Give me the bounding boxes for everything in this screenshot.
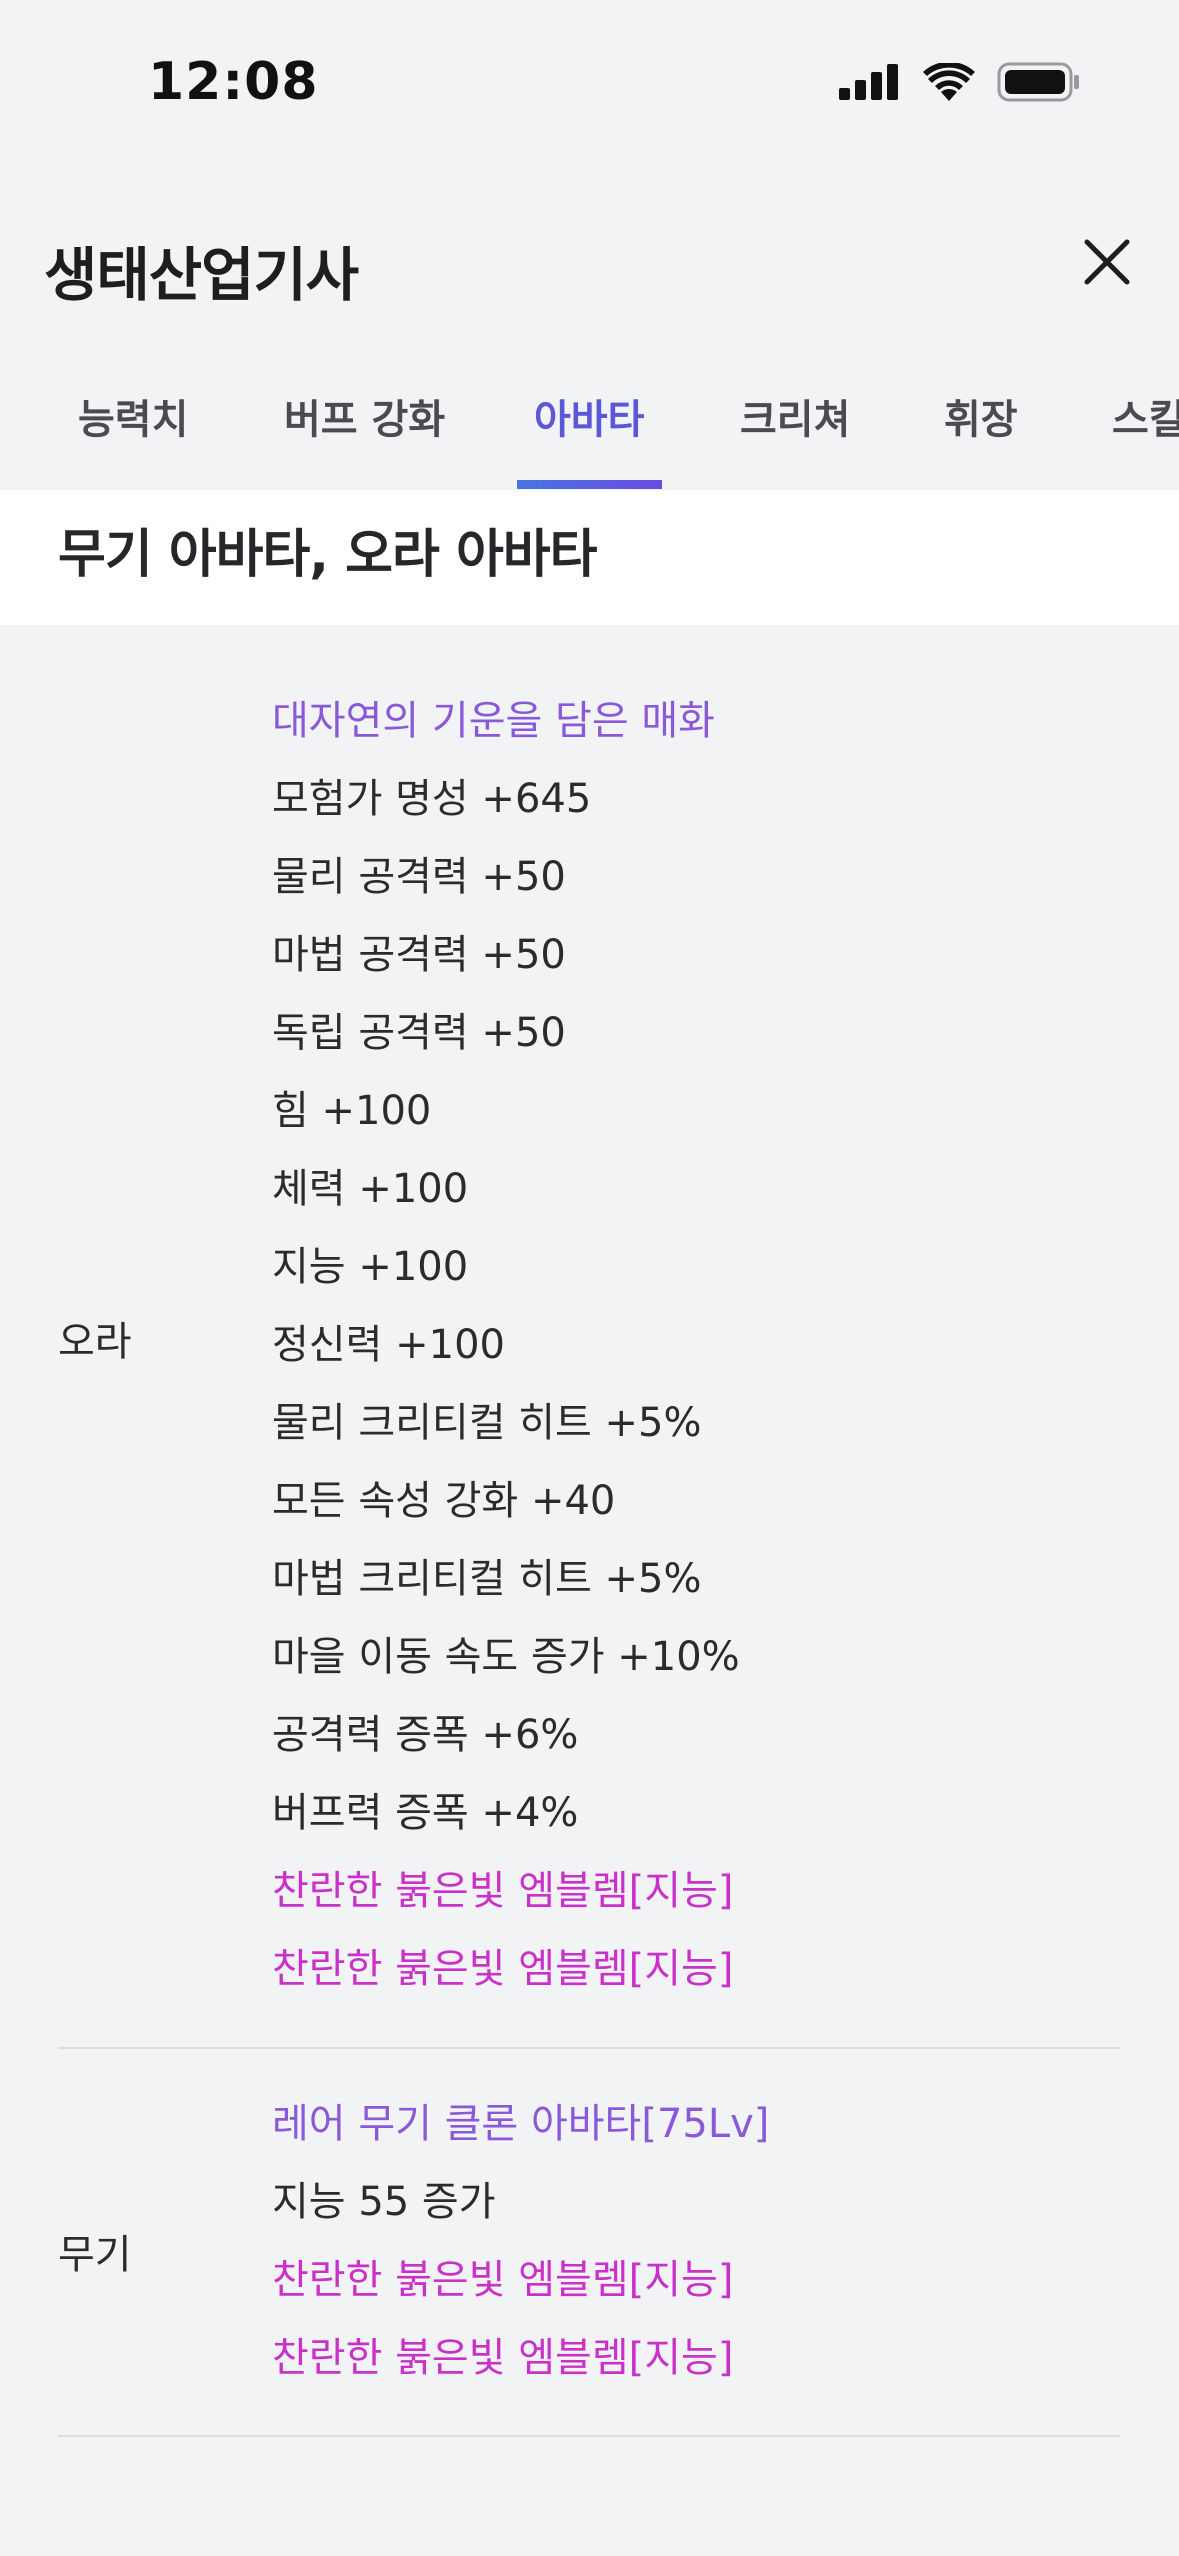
weapon-item-name: 레어 무기 클론 아바타[75Lv] [272, 2101, 770, 2147]
stat-line: 지능 55 증가 [272, 2179, 496, 2225]
divider [58, 2047, 1120, 2049]
page-title: 생태산업기사 [44, 241, 359, 309]
status-time: 12:08 [148, 52, 319, 112]
stat-line: 물리 공격력 +50 [272, 854, 566, 900]
group-label-aura: 오라 [58, 1319, 132, 1365]
stat-line: 공격력 증폭 +6% [272, 1712, 579, 1758]
cellular-signal-icon [839, 64, 898, 100]
weapon-stat-list: 레어 무기 클론 아바타[75Lv] 지능 55 증가 찬란한 붉은빛 엠블렘[… [272, 2085, 769, 2397]
stat-line: 체력 +100 [272, 1166, 469, 1212]
stat-line: 마을 이동 속도 증가 +10% [272, 1634, 740, 1680]
tab-creature[interactable]: 크리쳐 [740, 387, 850, 445]
stat-line: 정신력 +100 [272, 1322, 505, 1368]
active-tab-indicator [517, 480, 662, 489]
emblem-line: 찬란한 붉은빛 엠블렘[지능] [272, 1868, 734, 1914]
emblem-line: 찬란한 붉은빛 엠블렘[지능] [272, 2257, 734, 2303]
aura-stat-list: 대자연의 기운을 담은 매화 모험가 명성 +645 물리 공격력 +50 마법… [272, 682, 740, 2008]
weapon-group: 무기 레어 무기 클론 아바타[75Lv] 지능 55 증가 찬란한 붉은빛 엠… [58, 2085, 1120, 2437]
section-title: 무기 아바타, 오라 아바타 [58, 525, 597, 585]
aura-item-name: 대자연의 기운을 담은 매화 [272, 698, 715, 744]
emblem-line: 찬란한 붉은빛 엠블렘[지능] [272, 1946, 734, 1992]
stat-line: 버프력 증폭 +4% [272, 1790, 579, 1836]
aura-group: 오라 대자연의 기운을 담은 매화 모험가 명성 +645 물리 공격력 +50… [58, 682, 1120, 2049]
tab-avatar[interactable]: 아바타 [534, 387, 644, 445]
divider [58, 2435, 1120, 2437]
tab-stats[interactable]: 능력치 [78, 387, 188, 445]
stat-line: 독립 공격력 +50 [272, 1010, 566, 1056]
stat-line: 물리 크리티컬 히트 +5% [272, 1400, 702, 1446]
group-label-weapon: 무기 [58, 2232, 132, 2278]
status-icons [839, 62, 1081, 102]
stat-line: 힘 +100 [272, 1088, 432, 1134]
emblem-line: 찬란한 붉은빛 엠블렘[지능] [272, 2335, 734, 2381]
tab-emblem[interactable]: 휘장 [944, 387, 1018, 445]
status-bar: 12:08 [0, 0, 1179, 175]
tab-buff-enhance[interactable]: 버프 강화 [284, 387, 445, 445]
wifi-icon [923, 63, 975, 101]
close-button[interactable] [1075, 230, 1139, 294]
close-icon [1084, 239, 1130, 285]
page-header: 생태산업기사 [0, 210, 1179, 320]
stat-line: 모든 속성 강화 +40 [272, 1478, 616, 1524]
stat-line: 마법 크리티컬 히트 +5% [272, 1556, 702, 1602]
stat-line: 마법 공격력 +50 [272, 932, 566, 978]
tab-bar: 능력치 버프 강화 아바타 크리쳐 휘장 스킬 [0, 365, 1179, 490]
battery-icon [997, 62, 1079, 102]
section-header: 무기 아바타, 오라 아바타 [0, 490, 1179, 625]
tab-skill[interactable]: 스킬 [1112, 387, 1179, 445]
stat-line: 모험가 명성 +645 [272, 776, 592, 822]
stat-line: 지능 +100 [272, 1244, 469, 1290]
